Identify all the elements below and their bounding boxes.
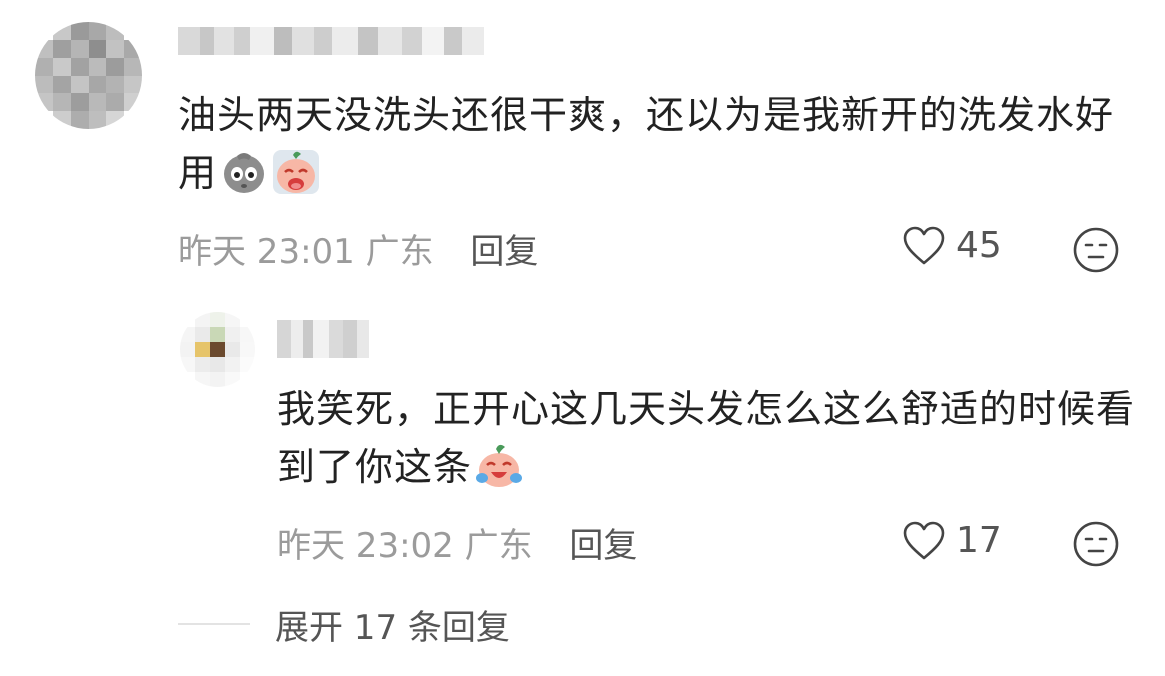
username-blurred[interactable] xyxy=(178,27,484,55)
crying-peach-emoji xyxy=(273,150,320,194)
reply-avatar[interactable] xyxy=(180,312,255,387)
heart-icon xyxy=(903,226,945,264)
comment-location: 广东 xyxy=(365,232,434,272)
expand-divider xyxy=(178,623,250,625)
reply-location: 广东 xyxy=(464,526,533,566)
comment-time: 昨天 23:01 xyxy=(178,232,355,272)
reply-meta: 昨天 23:02 广东 回复 xyxy=(277,518,637,567)
reply-like-button[interactable]: 17 xyxy=(902,520,1002,561)
avatar[interactable] xyxy=(35,22,142,129)
reply-time: 昨天 23:02 xyxy=(277,526,454,566)
dislike-face-icon[interactable] xyxy=(1072,226,1120,274)
reply-reply-button[interactable]: 回复 xyxy=(569,526,637,566)
comment-text: 油头两天没洗头还很干爽，还以为是我新开的洗发水好用 xyxy=(178,86,1138,202)
heart-icon xyxy=(903,521,945,559)
reply-like-count: 17 xyxy=(956,520,1002,561)
expand-replies-button[interactable]: 展开 17 条回复 xyxy=(275,600,510,649)
like-count: 45 xyxy=(956,225,1002,266)
reply-username-blurred[interactable] xyxy=(277,320,369,358)
dislike-face-icon[interactable] xyxy=(1072,520,1120,568)
comment-meta: 昨天 23:01 广东 回复 xyxy=(178,224,538,273)
reply-text: 我笑死，正开心这几天头发怎么这么舒适的时候看到了你这条 xyxy=(277,380,1137,496)
comment-thread: 油头两天没洗头还很干爽，还以为是我新开的洗发水好用 昨天 23:01 广东 回复… xyxy=(0,0,1165,676)
like-button[interactable]: 45 xyxy=(902,225,1002,266)
laughing-crying-peach-emoji xyxy=(476,444,523,487)
reply-text-content: 我笑死，正开心这几天头发怎么这么舒适的时候看到了你这条 xyxy=(277,387,1136,489)
reply-button[interactable]: 回复 xyxy=(470,232,538,272)
rock-face-emoji xyxy=(224,153,265,193)
